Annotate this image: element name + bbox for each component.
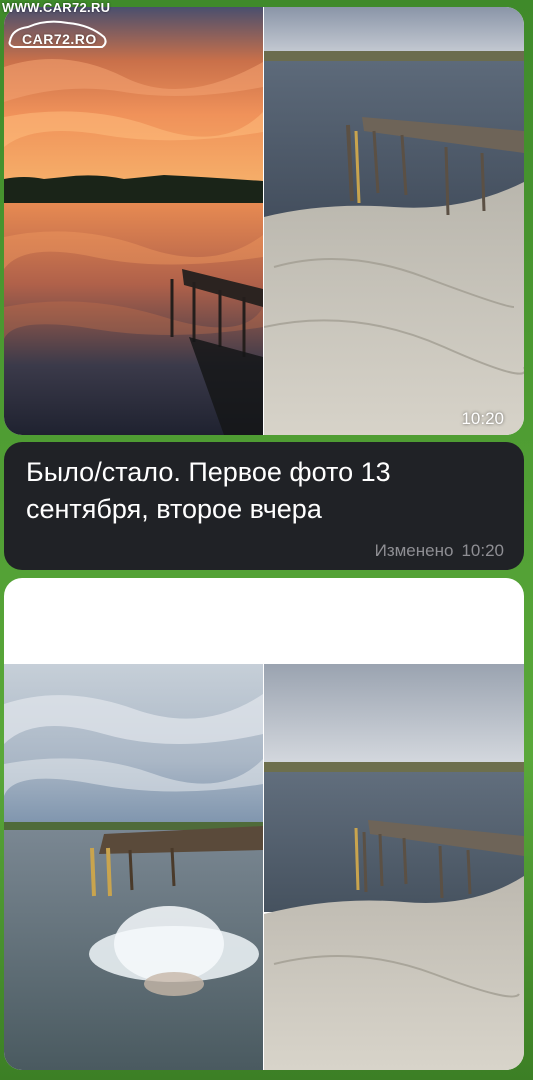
drained-lake-photo[interactable] [264, 7, 524, 435]
message-text: Было/стало. Первое фото 13 сентября, вто… [26, 457, 391, 524]
watermark-logo-text: CAR72.RO [22, 31, 97, 47]
message-time: 10:20 [461, 541, 504, 560]
sunset-lake-photo[interactable] [4, 7, 263, 435]
swimmer-splash-photo[interactable] [4, 664, 263, 1070]
media-time-label: 10:20 [461, 409, 504, 428]
watermark-site: WWW.CAR72.RU [2, 0, 111, 15]
media-message-bottom[interactable] [4, 578, 524, 1070]
edited-label: Изменено [374, 541, 454, 560]
message-meta: Изменено 10:20 [375, 541, 504, 561]
drained-lake-photo-2[interactable] [264, 664, 524, 1070]
media-message-top[interactable]: 10:20 [4, 7, 524, 435]
text-message-bubble[interactable]: Было/стало. Первое фото 13 сентября, вто… [4, 442, 524, 570]
